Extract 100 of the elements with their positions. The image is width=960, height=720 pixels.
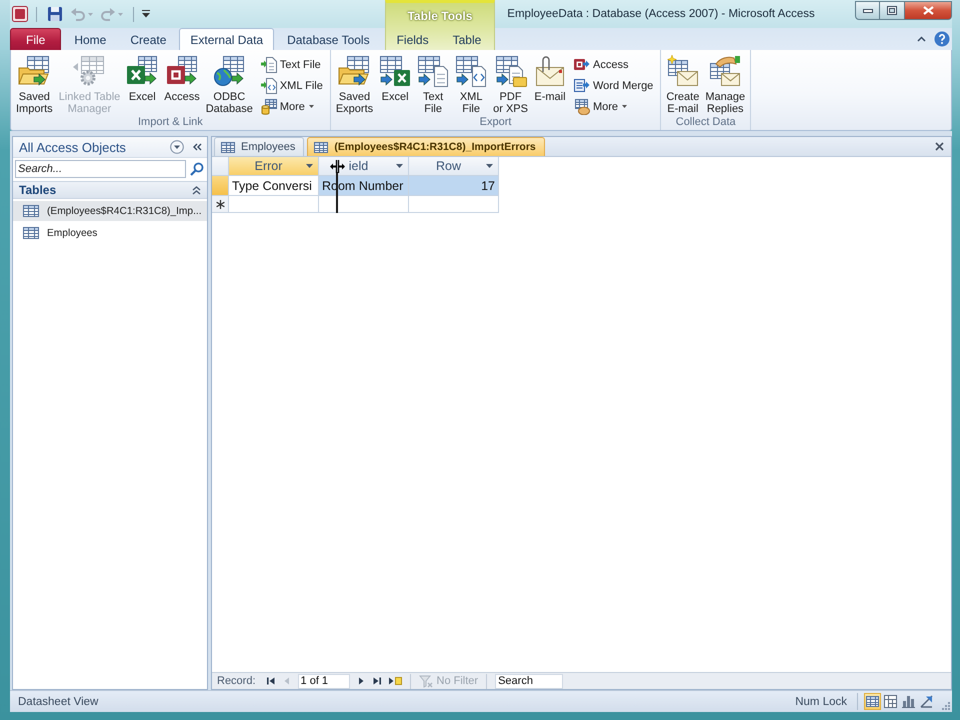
search-icon[interactable] [190, 162, 204, 176]
ribbon-button[interactable]: Excel [376, 54, 414, 114]
save-button[interactable] [45, 5, 65, 23]
ribbon-button[interactable]: ODBC Database [202, 54, 256, 114]
contextual-group-title: Table Tools [407, 8, 472, 22]
table-oval-icon [574, 98, 590, 114]
close-button[interactable] [905, 1, 952, 20]
ribbon-button[interactable]: XML File [260, 76, 326, 95]
envelope-clip-icon [534, 55, 566, 87]
ribbon-tab[interactable]: Fields [386, 28, 440, 50]
view-name: Datasheet View [18, 696, 98, 708]
search-field[interactable]: Search... [15, 160, 186, 178]
window-title: EmployeeData : Database (Access 2007) - Microsoft Access [506, 7, 815, 20]
table-cell: 17 [409, 176, 499, 196]
column-header[interactable]: Row [409, 157, 499, 176]
navigation-item[interactable]: Employees [13, 223, 207, 243]
help-icon[interactable] [934, 31, 950, 47]
navigation-item[interactable]: (Employees$R4C1:R31C8)_Imp... [13, 201, 207, 221]
ribbon-tab[interactable]: Database Tools [276, 28, 381, 50]
ribbon-button[interactable]: E-mail [530, 54, 569, 114]
dropdown-caret-icon [486, 164, 493, 168]
collapse-ribbon-icon[interactable] [917, 36, 926, 42]
ribbon-button[interactable]: Saved Imports [13, 54, 56, 114]
globe-table-icon [213, 55, 246, 87]
column-header[interactable]: ield [319, 157, 409, 176]
ribbon-button[interactable]: Saved Exports [332, 54, 376, 114]
app-icon[interactable] [12, 6, 28, 22]
num-lock-indicator: Num Lock [795, 696, 847, 708]
ribbon-tab[interactable]: Home [63, 28, 118, 50]
minimize-button[interactable] [855, 1, 880, 20]
ribbon-button[interactable]: More [260, 97, 326, 116]
ribbon-button[interactable]: Word Merge [572, 76, 656, 95]
table-icon [23, 227, 39, 239]
document-tab[interactable]: Employees [214, 137, 304, 156]
table-cell: Type Conversi [229, 176, 319, 196]
search-field[interactable]: Search [495, 674, 564, 688]
maximize-button[interactable] [880, 1, 905, 20]
close-icon [922, 6, 934, 15]
undo-arrow-icon [70, 6, 86, 22]
record-position-field[interactable]: 1 of 1 [298, 674, 350, 688]
new-row-cell[interactable] [229, 196, 319, 213]
ribbon-button[interactable]: More [572, 97, 656, 116]
table-document-icon [417, 55, 450, 87]
first-record-icon [266, 676, 276, 686]
maximize-icon [887, 6, 897, 15]
minimize-icon [862, 8, 872, 12]
table-xml-icon [455, 55, 488, 87]
table-icon [314, 142, 328, 152]
pane-title: All Access Objects [19, 140, 127, 154]
document-arrow-icon [574, 78, 590, 94]
dropdown-circle-icon[interactable] [170, 140, 184, 154]
collapse-pane-icon[interactable] [192, 143, 202, 151]
document-tab[interactable]: (Employees$R4C1:R31C8)_ImportErrors [307, 137, 545, 156]
table-gear-icon [73, 55, 106, 87]
database-table-icon [260, 98, 277, 114]
datasheet-icon [866, 695, 879, 708]
pivottable-view-button[interactable] [882, 693, 899, 710]
design-view-button[interactable] [918, 693, 935, 710]
dropdown-caret-icon [396, 164, 403, 168]
table-envelope-star-icon [666, 55, 699, 87]
ribbon-button[interactable]: Manage Replies [702, 54, 748, 114]
table-icon [23, 205, 39, 217]
dropdown-caret-icon [88, 12, 93, 16]
ribbon-button[interactable]: Excel [123, 54, 162, 114]
file-tab[interactable]: File [10, 28, 62, 50]
last-record-icon [372, 676, 382, 686]
resize-cursor-icon [330, 160, 345, 173]
close-icon[interactable] [935, 142, 944, 151]
ribbon-tab[interactable]: Table [442, 28, 492, 50]
ribbon-button[interactable]: XML File [452, 54, 490, 114]
redo-arrow-icon [100, 6, 116, 22]
column-header[interactable]: Error [229, 157, 319, 176]
square-tile-arrow-icon [574, 56, 590, 72]
ribbon-group-label: Import & Link [137, 116, 204, 130]
ribbon-button[interactable]: PDF or XPS [490, 54, 531, 114]
table-spreadsheet-icon [379, 55, 412, 87]
ribbon-button[interactable]: Access [161, 54, 203, 114]
folder-table-icon [18, 55, 50, 87]
customize-toolbar-icon[interactable] [142, 10, 150, 18]
table-icon [221, 142, 235, 152]
group-header[interactable]: Tables [13, 181, 207, 199]
ribbon-tab[interactable]: External Data [179, 28, 274, 50]
pivotchart-view-button[interactable] [900, 693, 917, 710]
new-row-selector[interactable] [212, 196, 229, 213]
diagonal-arrow-icon [920, 695, 933, 708]
asterisk-icon [216, 200, 224, 208]
new-row-cell[interactable] [409, 196, 499, 213]
pivot-table-icon [884, 695, 897, 708]
ribbon-button[interactable]: Text File [260, 55, 326, 74]
table-pdf-icon [494, 55, 527, 87]
table-envelope-flag-icon [709, 55, 742, 87]
resize-grip-icon [942, 702, 950, 710]
ribbon-tab[interactable]: Create [119, 28, 178, 50]
document-arrow-icon [260, 56, 277, 72]
ribbon-button[interactable]: Text File [414, 54, 452, 114]
ribbon-button[interactable]: Access [572, 55, 656, 74]
bar-chart-icon [902, 695, 915, 708]
funnel-icon [418, 674, 433, 688]
datasheet-view-button[interactable] [864, 693, 881, 710]
ribbon-button[interactable]: Create E-mail [663, 54, 702, 114]
